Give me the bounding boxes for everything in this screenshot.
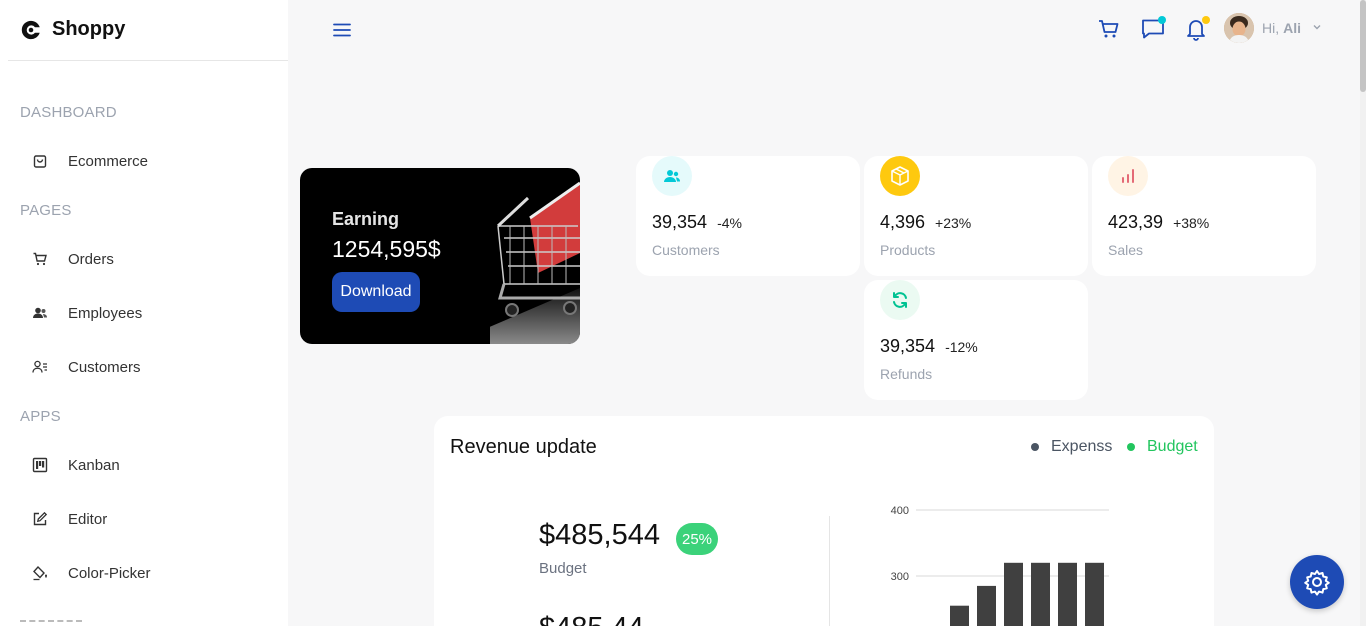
stat-change: -12% — [945, 339, 978, 355]
box-icon — [880, 156, 920, 196]
earning-card: Earning 1254,595$ Download — [300, 168, 580, 344]
customers-icon — [652, 156, 692, 196]
shopping-cart-illustration — [490, 181, 580, 344]
earning-value: 1254,595$ — [332, 236, 441, 262]
page-scrollbar[interactable] — [1360, 0, 1366, 626]
sidebar-item-label: Editor — [68, 510, 108, 528]
stat-change: +23% — [935, 215, 972, 231]
stat-number: 39,354 — [652, 212, 708, 232]
stat-number: 39,354 — [880, 336, 936, 356]
sidebar-item-ecommerce[interactable]: Ecommerce — [20, 143, 270, 179]
budget-change-badge: 25% — [676, 523, 718, 555]
sidebar-overflow-hint — [20, 620, 82, 622]
brand-divider — [8, 60, 288, 61]
sidebar-item-label: Orders — [68, 250, 114, 268]
cart-icon[interactable] — [1096, 16, 1122, 42]
brand[interactable]: Shoppy — [20, 18, 125, 41]
sidebar: Shoppy DASHBOARD Ecommerce PAGES Orders … — [0, 0, 288, 626]
revenue-bar-chart: 400 300 — [891, 505, 1109, 626]
stat-change: -4% — [717, 215, 742, 231]
stat-label: Sales — [1108, 242, 1144, 258]
stat-change: +38% — [1173, 215, 1210, 231]
legend-item-expense[interactable]: Expenss — [1031, 438, 1112, 456]
legend-label: Expenss — [1051, 438, 1113, 455]
section-title-dashboard: DASHBOARD — [20, 104, 117, 121]
sidebar-item-label: Color-Picker — [68, 564, 151, 582]
chart-bar[interactable] — [950, 605, 969, 626]
sidebar-item-label: Kanban — [68, 456, 120, 474]
y-tick-label: 400 — [891, 505, 909, 517]
chat-notification-dot — [1158, 16, 1166, 24]
chart-bar[interactable] — [1031, 562, 1050, 626]
scrollbar-thumb[interactable] — [1360, 0, 1366, 92]
employees-icon — [30, 303, 50, 323]
greeting-text: Hi, — [1262, 20, 1280, 36]
sidebar-item-orders[interactable]: Orders — [20, 241, 270, 277]
section-title-pages: PAGES — [20, 202, 72, 219]
legend-dot — [1127, 443, 1135, 451]
stat-label: Products — [880, 242, 936, 258]
sidebar-item-editor[interactable]: Editor — [20, 501, 270, 537]
budget-label: Budget — [539, 560, 587, 577]
stat-value: 39,354 -12% — [880, 336, 978, 357]
user-greeting[interactable]: Hi, Ali — [1262, 20, 1301, 36]
sidebar-item-employees[interactable]: Employees — [20, 295, 270, 331]
stat-value: 39,354 -4% — [652, 212, 742, 233]
menu-icon[interactable] — [330, 18, 354, 42]
editor-icon — [30, 509, 50, 529]
stat-card-products: 4,396 +23% Products — [864, 156, 1088, 276]
revenue-divider — [829, 516, 830, 626]
stat-label: Customers — [652, 242, 720, 258]
legend-item-budget[interactable]: Budget — [1127, 438, 1198, 456]
sidebar-item-customers[interactable]: Customers — [20, 349, 270, 385]
sidebar-item-label: Customers — [68, 358, 141, 376]
bar-chart-icon — [1108, 156, 1148, 196]
bag-icon — [30, 151, 50, 171]
sidebar-item-kanban[interactable]: Kanban — [20, 447, 270, 483]
legend-label: Budget — [1147, 438, 1198, 455]
chart-bar[interactable] — [1058, 562, 1077, 626]
revenue-title: Revenue update — [450, 436, 597, 458]
chart-bar[interactable] — [977, 585, 996, 626]
section-title-apps: APPS — [20, 408, 61, 425]
download-button[interactable]: Download — [332, 272, 420, 312]
revenue-card: Revenue update Expenss Budget $485,544 2… — [434, 416, 1214, 626]
chart-bar[interactable] — [1085, 562, 1104, 626]
brand-name: Shoppy — [52, 18, 126, 40]
stat-card-sales: 423,39 +38% Sales — [1092, 156, 1316, 276]
bell-notification-dot — [1202, 16, 1210, 24]
stat-value: 423,39 +38% — [1108, 212, 1209, 233]
color-picker-icon — [30, 563, 50, 583]
stat-card-customers: 39,354 -4% Customers — [636, 156, 860, 276]
settings-button[interactable] — [1290, 555, 1344, 609]
gear-icon — [1304, 570, 1330, 596]
expense-value: $485,44 — [539, 612, 644, 626]
stat-number: 4,396 — [880, 212, 926, 232]
stat-card-refunds: 39,354 -12% Refunds — [864, 280, 1088, 400]
sidebar-item-label: Employees — [68, 304, 143, 322]
user-name: Ali — [1283, 20, 1302, 36]
earning-title: Earning — [332, 209, 400, 229]
legend-dot — [1031, 443, 1039, 451]
kanban-icon — [30, 455, 50, 475]
chart-bar[interactable] — [1004, 562, 1023, 626]
customers-icon — [30, 357, 50, 377]
refresh-icon — [880, 280, 920, 320]
cart-icon — [30, 249, 50, 269]
shoppy-logo-icon — [21, 20, 40, 39]
y-tick-label: 300 — [891, 571, 909, 583]
budget-value: $485,544 — [539, 519, 660, 551]
sidebar-item-color-picker[interactable]: Color-Picker — [20, 555, 270, 591]
chevron-down-icon[interactable] — [1311, 21, 1323, 33]
avatar[interactable] — [1224, 13, 1254, 43]
stat-number: 423,39 — [1108, 212, 1164, 232]
sidebar-item-label: Ecommerce — [68, 152, 149, 170]
stat-value: 4,396 +23% — [880, 212, 971, 233]
stat-label: Refunds — [880, 366, 933, 382]
